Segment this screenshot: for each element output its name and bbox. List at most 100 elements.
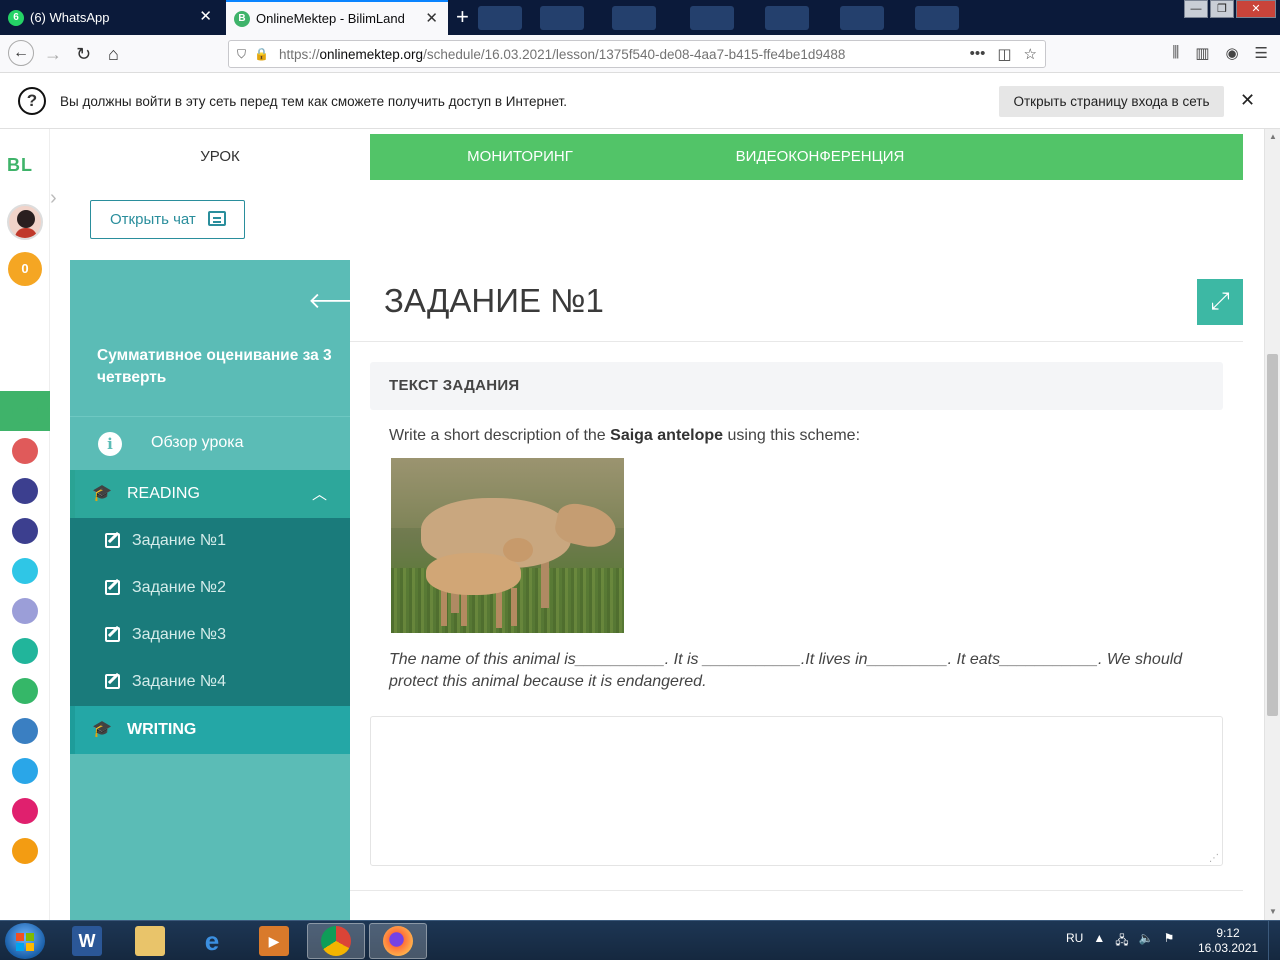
bilimland-app-icon[interactable] <box>12 678 38 704</box>
open-chat-button[interactable]: Открыть чат <box>90 200 245 239</box>
tab-videoconference[interactable]: ВИДЕОКОНФЕРЕНЦИЯ <box>670 134 970 180</box>
sidebar-item-label: Задание №2 <box>132 579 226 596</box>
smart-nation-2-app-icon[interactable] <box>12 518 38 544</box>
sidebar-item-task-2[interactable]: Задание №2 <box>70 565 350 612</box>
network-icon[interactable]: 🖧 <box>1115 931 1128 952</box>
bilim-book-app-icon[interactable] <box>12 718 38 744</box>
address-bar[interactable]: ⛉ 🔒 https://onlinemektep.org/schedule/16… <box>228 40 1046 68</box>
show-desktop-button[interactable] <box>1268 921 1280 960</box>
lock-icon[interactable]: 🔒 <box>254 47 269 61</box>
app-rail: BL 0 <box>0 129 50 920</box>
action-center-icon[interactable]: ⚑ <box>1164 931 1175 952</box>
sidebar-item-task-1[interactable]: Задание №1 <box>70 518 350 565</box>
word-app-icon[interactable]: W <box>58 923 116 959</box>
sidebar-section-label: READING <box>127 485 200 502</box>
menu-icon[interactable]: ☰ <box>1255 44 1268 62</box>
start-button[interactable] <box>5 923 45 959</box>
maximize-button[interactable]: ❐ <box>1210 0 1234 18</box>
graduation-cap-icon: 🎓 <box>92 721 112 738</box>
windows-taskbar: W e ▶ RU ▲ 🖧 🔈 ⚑ 9:12 16.03.2021 <box>0 920 1280 960</box>
sidebar-section-writing[interactable]: 🎓 WRITING <box>70 706 350 754</box>
bilimland-favicon-icon: B <box>234 10 250 27</box>
volume-icon[interactable]: 🔈 <box>1139 931 1154 952</box>
sidebar-item-label: Задание №4 <box>132 673 226 690</box>
taskbar-thumbnail-icon <box>915 6 959 30</box>
fullscreen-expand-icon[interactable]: ⤢ <box>1197 279 1243 325</box>
taskbar-thumbnail-icon <box>612 6 656 30</box>
close-window-button[interactable]: ✕ <box>1236 0 1276 18</box>
minimize-button[interactable]: — <box>1184 0 1208 18</box>
taskbar-thumbnail-icon <box>540 6 584 30</box>
task-text-header: ТЕКСТ ЗАДАНИЯ <box>370 362 1223 410</box>
edit-icon <box>105 674 120 689</box>
open-chat-label: Открыть чат <box>110 211 196 228</box>
bilimgo-app-icon[interactable] <box>12 838 38 864</box>
pocket-icon[interactable]: ◫ <box>997 45 1011 63</box>
resize-handle-icon[interactable]: ⋰ <box>1209 853 1219 864</box>
page-actions-icon[interactable]: ••• <box>970 45 986 63</box>
close-icon[interactable]: ✕ <box>1240 90 1255 111</box>
answer-textarea[interactable] <box>370 716 1223 866</box>
sidebar-section-reading[interactable]: 🎓 READING ︿ <box>70 470 350 518</box>
chrome-app-icon[interactable] <box>307 923 365 959</box>
bilimland-logo[interactable]: BL <box>7 155 33 176</box>
back-arrow-icon[interactable]: ← <box>8 40 34 66</box>
media-player-icon[interactable]: ▶ <box>245 923 303 959</box>
tab-onlinemektep[interactable]: B OnlineMektep - BilimLand ✕ <box>226 0 448 35</box>
chevron-up-icon[interactable]: ︿ <box>312 483 327 504</box>
chevron-right-icon[interactable]: › <box>50 187 57 210</box>
ustaz-app-icon[interactable] <box>12 438 38 464</box>
sidebar-item-task-4[interactable]: Задание №4 <box>70 659 350 706</box>
avatar[interactable] <box>7 204 43 240</box>
tab-title: OnlineMektep - BilimLand <box>256 11 405 26</box>
language-indicator[interactable]: RU <box>1066 931 1083 952</box>
file-explorer-icon[interactable] <box>121 923 179 959</box>
smart-nation-1-app-icon[interactable] <box>12 478 38 504</box>
home-icon[interactable]: ⌂ <box>108 43 119 65</box>
scroll-up-icon[interactable]: ▲ <box>1269 132 1277 141</box>
keyboard-app-icon[interactable] <box>12 598 38 624</box>
reload-icon[interactable]: ↻ <box>76 43 91 65</box>
scrollbar-thumb[interactable] <box>1267 354 1278 716</box>
graduation-cap-icon: 🎓 <box>92 485 112 502</box>
tab-lesson[interactable]: УРОК <box>70 134 370 180</box>
sidebar-item-overview[interactable]: i Обзор урока <box>70 416 350 470</box>
divider <box>350 341 1243 342</box>
new-tab-button[interactable]: + <box>456 4 469 30</box>
sidebar-item-task-3[interactable]: Задание №3 <box>70 612 350 659</box>
account-icon[interactable]: ◉ <box>1225 44 1238 62</box>
points-badge[interactable]: 0 <box>8 252 42 286</box>
library-icon[interactable]: ⫼ <box>1172 44 1179 62</box>
page-scrollbar[interactable]: ▲ ▼ <box>1264 129 1280 920</box>
browser-tab-bar: 6 (6) WhatsApp ✕ B OnlineMektep - BilimL… <box>0 0 1280 35</box>
task-prompt: Write a short description of the Saiga a… <box>389 427 861 444</box>
tracking-shield-icon[interactable]: ⛉ <box>237 47 246 62</box>
show-hidden-icons-icon[interactable]: ▲ <box>1093 931 1105 952</box>
bookmark-star-icon[interactable]: ☆ <box>1024 45 1037 63</box>
task-list: Задание №1 Задание №2 Задание №3 Задание… <box>70 518 350 706</box>
lesson-tabs: УРОК МОНИТОРИНГ ВИДЕОКОНФЕРЕНЦИЯ <box>70 134 1243 180</box>
window-controls: — ❐ ✕ <box>1182 0 1276 18</box>
tab-monitoring[interactable]: МОНИТОРИНГ <box>370 134 670 180</box>
divider <box>350 890 1243 891</box>
tests-app-icon[interactable] <box>12 758 38 784</box>
bilim-media-app-icon[interactable] <box>12 638 38 664</box>
internet-explorer-icon[interactable]: e <box>183 923 241 959</box>
scroll-down-icon[interactable]: ▼ <box>1269 907 1277 916</box>
help-app-icon[interactable] <box>12 558 38 584</box>
firefox-app-icon[interactable] <box>369 923 427 959</box>
lesson-title: Суммативное оценивание за 3 четверть <box>97 347 332 386</box>
tab-whatsapp[interactable]: 6 (6) WhatsApp ✕ <box>0 0 222 35</box>
taskbar-thumbnail-icon <box>478 6 522 30</box>
open-login-page-button[interactable]: Открыть страницу входа в сеть <box>999 86 1224 117</box>
online-mektep-app-icon[interactable] <box>12 398 38 424</box>
clock-date: 16.03.2021 <box>1198 941 1259 955</box>
clock[interactable]: 9:12 16.03.2021 <box>1198 926 1258 956</box>
close-tab-icon[interactable]: ✕ <box>199 9 212 25</box>
sidebar-icon[interactable]: ▥ <box>1195 44 1209 62</box>
forward-arrow-icon[interactable]: → <box>44 43 62 65</box>
twig-app-icon[interactable] <box>12 798 38 824</box>
taskbar-thumbnail-icon <box>765 6 809 30</box>
taskbar-thumbnail-icon <box>840 6 884 30</box>
close-tab-icon[interactable]: ✕ <box>425 11 438 27</box>
